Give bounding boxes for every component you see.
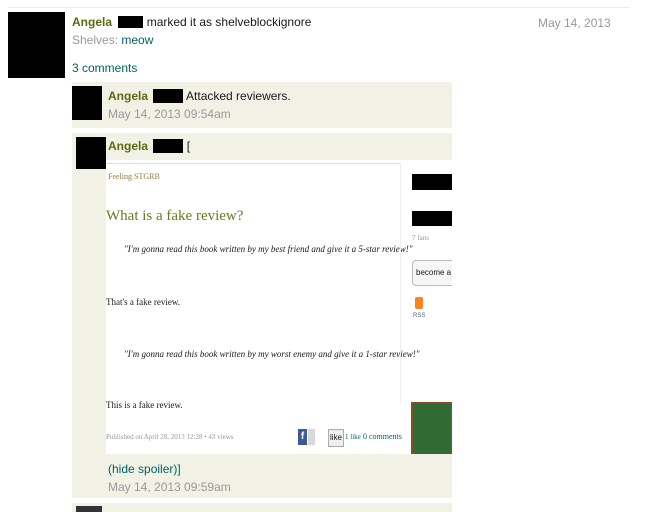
statement-1: That's a fake review. — [106, 297, 180, 307]
redacted-block — [412, 174, 452, 190]
comment-2-user-link[interactable]: Angela — [108, 139, 148, 153]
hide-spoiler-link[interactable]: (hide spoiler)] — [108, 462, 181, 476]
redacted-surname — [118, 16, 144, 28]
blog-top-rule — [106, 163, 400, 164]
redacted-surname — [153, 139, 184, 153]
comment-2-header: Angela [ — [108, 139, 190, 153]
top-divider — [8, 7, 630, 8]
blog-title: Feeling STGRB — [108, 172, 160, 181]
quote-2: "I'm gonna read this book written by my … — [124, 349, 420, 359]
shelves-line: Shelves: meow — [72, 33, 153, 47]
comment-2-timestamp: May 14, 2013 09:59am — [108, 480, 231, 494]
activity-header: Angela marked it as shelveblockignore — [72, 15, 311, 29]
comment-2-open-bracket: [ — [186, 139, 191, 153]
comment-1-user-link[interactable]: Angela — [108, 89, 148, 103]
comment-1-timestamp: May 14, 2013 09:54am — [108, 107, 231, 121]
comment-3-avatar[interactable] — [76, 506, 102, 512]
comment-3 — [72, 503, 452, 512]
facebook-icon: f — [298, 429, 307, 445]
like-count: 1 like — [345, 433, 361, 441]
become-fan-button: become a fan — [412, 260, 452, 286]
redacted-surname — [153, 89, 184, 103]
book-cover-thumbnail — [411, 402, 452, 454]
comments-count-link[interactable]: 3 comments — [72, 61, 137, 75]
comment-1-text: Attacked reviewers. — [186, 89, 291, 103]
comment-1-avatar[interactable] — [72, 86, 102, 120]
twitter-icon — [308, 429, 315, 445]
quote-1: "I'm gonna read this book written by my … — [124, 244, 413, 254]
statement-2: This is a fake review. — [106, 400, 183, 410]
activity-date[interactable]: May 14, 2013 — [538, 16, 611, 30]
embedded-blog-image: Feeling STGRB What is a fake review? "I'… — [106, 160, 452, 454]
fans-count: 7 fans — [412, 234, 429, 242]
rss-icon — [415, 297, 423, 309]
comment-1-header: Angela Attacked reviewers. — [108, 89, 291, 103]
action-text: marked it as shelveblockignore — [146, 15, 312, 29]
like-button: like — [328, 429, 344, 447]
rss-label: RSS — [413, 313, 426, 319]
redacted-block — [412, 211, 452, 226]
blog-sidebar-divider — [400, 163, 401, 403]
shelf-link[interactable]: meow — [121, 33, 153, 47]
comments-link: 0 comments — [363, 432, 402, 441]
published-line: Published on April 28, 2013 12:28 • 43 v… — [106, 433, 234, 441]
user-name-link[interactable]: Angela — [72, 15, 112, 29]
shelves-label: Shelves: — [72, 33, 119, 47]
post-title: What is a fake review? — [106, 208, 244, 224]
comment-2-avatar[interactable] — [76, 137, 106, 169]
user-avatar[interactable] — [8, 12, 65, 78]
